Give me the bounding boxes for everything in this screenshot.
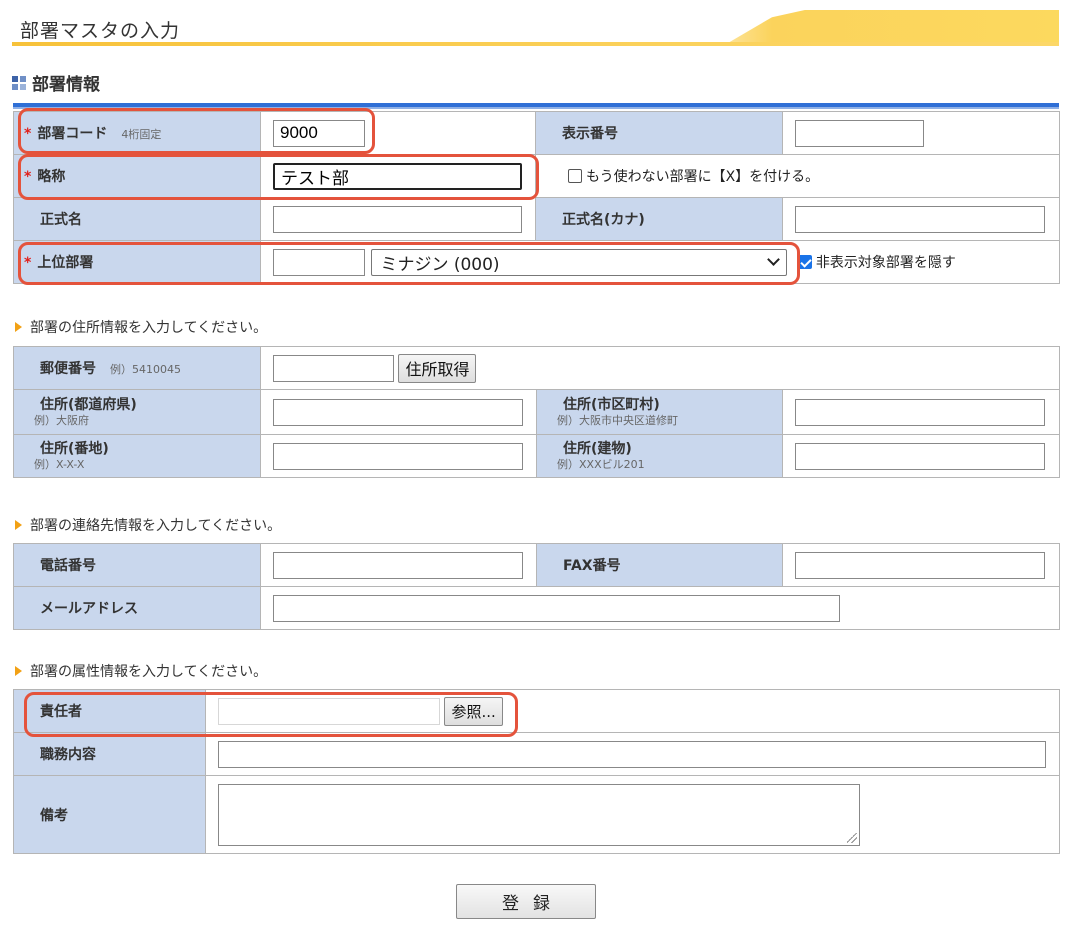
- parent-code-input[interactable]: [273, 248, 365, 276]
- manager-browse-button[interactable]: 参照...: [444, 696, 503, 726]
- mail-label: メールアドレス: [13, 586, 261, 630]
- page-title: 部署マスタの入力: [20, 20, 181, 42]
- city-label: 住所(市区町村) 例）大阪市中央区道修町: [536, 389, 783, 435]
- page-header: 部署マスタの入力: [12, 10, 1059, 46]
- formal-kana-input[interactable]: [795, 205, 1045, 233]
- triangle-bullet-icon: [15, 520, 22, 530]
- fax-input[interactable]: [795, 551, 1045, 579]
- display-no-input[interactable]: [795, 119, 924, 147]
- parent-dept-select[interactable]: ミナジン (000): [371, 248, 788, 276]
- hide-inactive-label: 非表示対象部署を隠す: [815, 255, 956, 271]
- register-button[interactable]: 登録: [456, 884, 596, 919]
- attr-table: 責任者 参照... 職務内容 備考: [13, 689, 1060, 854]
- attr-note: 部署の属性情報を入力してください。: [15, 661, 267, 681]
- zip-hint: 例）5410045: [110, 363, 181, 376]
- required-mark: *: [24, 126, 32, 142]
- duty-label: 職務内容: [13, 732, 206, 776]
- pref-input[interactable]: [273, 398, 523, 426]
- address-note: 部署の住所情報を入力してください。: [15, 317, 267, 337]
- city-input[interactable]: [795, 398, 1045, 426]
- contact-note: 部署の連絡先情報を入力してください。: [15, 515, 281, 535]
- unused-checkbox-label: もう使わない部署に【X】を付ける。: [586, 169, 820, 185]
- header-swoosh: [722, 10, 1059, 46]
- building-label: 住所(建物) 例）XXXビル201: [536, 434, 783, 478]
- zip-label: 郵便番号 例）5410045: [13, 346, 261, 390]
- abbr-label: * 略称: [13, 154, 261, 198]
- fax-label: FAX番号: [536, 543, 783, 587]
- dept-code-input[interactable]: 9000: [273, 119, 365, 147]
- address-table: 郵便番号 例）5410045 住所取得 住所(都道府県) 例）大阪府 住所(市区町村…: [13, 346, 1060, 478]
- parent-dept-label: * 上位部署: [13, 240, 261, 284]
- resize-grip-icon[interactable]: [847, 832, 857, 843]
- required-mark: *: [24, 255, 32, 271]
- building-input[interactable]: [795, 442, 1045, 470]
- unused-checkbox[interactable]: [568, 169, 582, 183]
- dept-code-hint: 4桁固定: [121, 128, 162, 141]
- duty-input[interactable]: [218, 740, 1046, 768]
- triangle-bullet-icon: [15, 322, 22, 332]
- zip-input[interactable]: [273, 354, 394, 382]
- remarks-textarea[interactable]: [218, 783, 860, 846]
- parent-dept-selected: ミナジン (000): [380, 254, 500, 275]
- mail-input[interactable]: [273, 594, 840, 622]
- grid-icon: [12, 75, 26, 90]
- dept-code-label: * 部署コード 4桁固定: [13, 111, 261, 155]
- tel-input[interactable]: [273, 551, 523, 579]
- section-divider: [13, 103, 1059, 109]
- section-title-text: 部署情報: [32, 75, 100, 95]
- chevron-down-icon: [767, 253, 781, 266]
- abbr-input[interactable]: テスト部: [273, 162, 522, 190]
- hide-inactive-checkbox[interactable]: [797, 255, 812, 269]
- display-no-label: 表示番号: [535, 111, 783, 155]
- formal-name-label: 正式名: [13, 197, 261, 241]
- contact-table: 電話番号 FAX番号 メールアドレス: [13, 543, 1060, 630]
- triangle-bullet-icon: [15, 666, 22, 676]
- manager-label: 責任者: [13, 689, 206, 733]
- manager-input[interactable]: [218, 697, 440, 725]
- required-mark: *: [24, 169, 32, 185]
- section-title: 部署情報: [12, 70, 100, 95]
- formal-kana-label: 正式名(カナ): [535, 197, 783, 241]
- pref-label: 住所(都道府県) 例）大阪府: [13, 389, 261, 435]
- street-label: 住所(番地) 例）X-X-X: [13, 434, 261, 478]
- remarks-label: 備考: [13, 775, 206, 854]
- street-input[interactable]: [273, 442, 523, 470]
- tel-label: 電話番号: [13, 543, 261, 587]
- basic-info-table: * 部署コード 4桁固定 9000 表示番号 * 略称 テスト部 もう使わない部署に【…: [13, 111, 1060, 284]
- address-lookup-button[interactable]: 住所取得: [398, 353, 477, 383]
- formal-name-input[interactable]: [273, 205, 522, 233]
